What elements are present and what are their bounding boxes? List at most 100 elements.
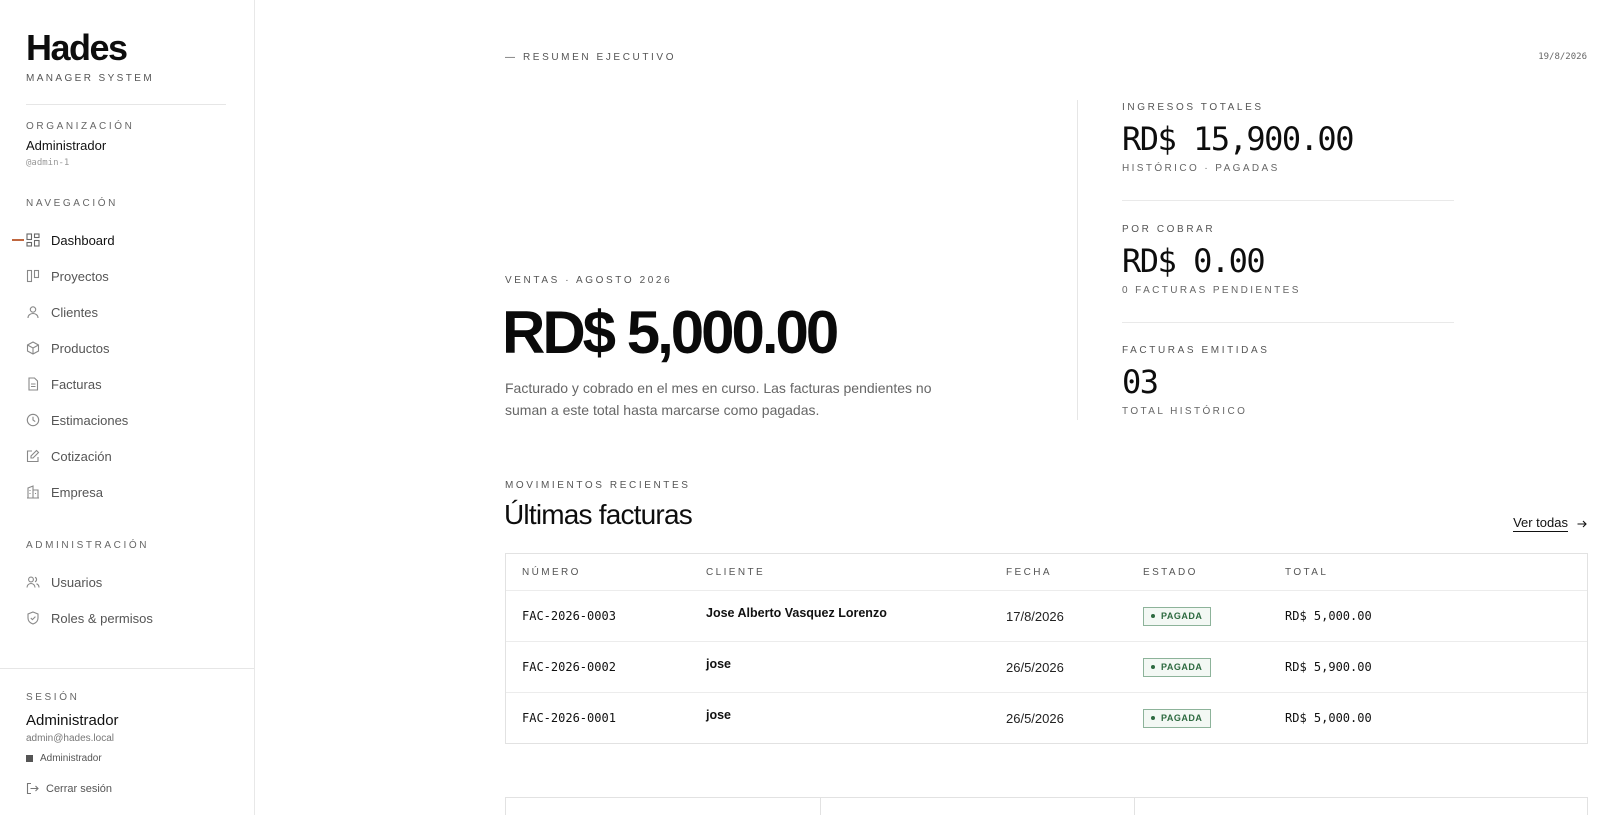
kpi-label: INGRESOS TOTALES	[1122, 102, 1264, 113]
sidebar-item-cotizacion[interactable]: Cotización	[26, 446, 112, 466]
sidebar-item-label: Cotización	[51, 448, 112, 464]
sidebar-item-proyectos[interactable]: Proyectos	[26, 266, 109, 286]
session: SESIÓN Administrador admin@hades.local A…	[26, 692, 119, 764]
divider	[820, 798, 821, 815]
status-badge: PAGADA	[1143, 606, 1212, 626]
recent-label: MOVIMIENTOS RECIENTES	[505, 480, 691, 491]
clock-icon	[26, 413, 40, 427]
active-indicator	[12, 239, 24, 241]
building-icon	[26, 485, 40, 499]
sidebar-item-roles[interactable]: Roles & permisos	[26, 608, 153, 628]
invoice-date: 26/5/2026	[1006, 659, 1064, 675]
status-label: PAGADA	[1161, 662, 1203, 672]
sidebar: Hades MANAGER SYSTEM ORGANIZACIÓN Admini…	[0, 0, 255, 815]
table-row[interactable]: FAC-2026-0003 Jose Alberto Vasquez Loren…	[506, 590, 1587, 641]
invoice-total: RD$ 5,900.00	[1285, 660, 1372, 674]
kpi-value: 03	[1122, 363, 1159, 401]
session-label: SESIÓN	[26, 692, 80, 703]
bottom-cards	[505, 797, 1588, 815]
sidebar-item-facturas[interactable]: Facturas	[26, 374, 102, 394]
session-user-role: Administrador	[26, 753, 119, 764]
main-content: — RESUMEN EJECUTIVO 19/8/2026 VENTAS · A…	[255, 0, 1600, 815]
logout-label: Cerrar sesión	[46, 782, 113, 795]
organization: ORGANIZACIÓN Administrador @admin-1	[26, 121, 134, 168]
see-all-link[interactable]: Ver todas	[1385, 515, 1588, 532]
column-header-number[interactable]: NÚMERO	[522, 554, 581, 590]
table-row[interactable]: FAC-2026-0001 jose 26/5/2026 PAGADA RD$ …	[506, 692, 1587, 743]
recent-invoices-title: Últimas facturas	[504, 499, 693, 530]
status-label: PAGADA	[1161, 611, 1203, 621]
sidebar-item-label: Usuarios	[51, 574, 103, 590]
logout-icon	[26, 782, 39, 795]
sidebar-item-label: Empresa	[51, 484, 104, 500]
see-all-label: Ver todas	[1513, 515, 1568, 532]
sidebar-item-label: Clientes	[51, 304, 98, 320]
sales-description: Facturado y cobrado en el mes en curso. …	[505, 380, 932, 418]
divider	[26, 104, 226, 105]
kpi-total-income: INGRESOS TOTALES RD$ 15,900.00 HISTÓRICO…	[1122, 102, 1454, 174]
sidebar-item-productos[interactable]: Productos	[26, 338, 110, 358]
divider	[1122, 322, 1454, 323]
current-date: 19/8/2026	[1538, 52, 1587, 62]
kpi-invoices-issued: FACTURAS EMITIDAS 03 TOTAL HISTÓRICO	[1122, 345, 1454, 417]
document-icon	[26, 377, 40, 391]
navigation-label: NAVEGACIÓN	[26, 198, 118, 209]
invoice-client: jose	[706, 657, 732, 671]
sidebar-item-usuarios[interactable]: Usuarios	[26, 572, 102, 592]
invoice-total: RD$ 5,000.00	[1285, 711, 1372, 725]
section-eyebrow: — RESUMEN EJECUTIVO	[505, 52, 677, 63]
dashboard-icon	[26, 233, 40, 247]
invoice-total: RD$ 5,000.00	[1285, 609, 1372, 623]
sidebar-item-dashboard[interactable]: Dashboard	[26, 230, 115, 250]
invoices-table: NÚMERO CLIENTE FECHA ESTADO TOTAL FAC-20…	[505, 553, 1588, 744]
session-user-name: Administrador	[26, 712, 119, 729]
column-header-total[interactable]: TOTAL	[1285, 554, 1328, 590]
brand-subtitle: MANAGER SYSTEM	[26, 73, 155, 84]
sidebar-item-label: Productos	[51, 340, 110, 356]
kpi-subtext: HISTÓRICO · PAGADAS	[1122, 163, 1280, 174]
organization-label: ORGANIZACIÓN	[26, 121, 135, 132]
sidebar-item-label: Proyectos	[51, 268, 109, 284]
user-icon	[26, 305, 40, 319]
sidebar-item-label: Facturas	[51, 376, 102, 392]
kpi-value: RD$ 0.00	[1122, 242, 1266, 280]
status-dot-icon	[1151, 716, 1155, 720]
sidebar-item-label: Dashboard	[51, 232, 115, 248]
kpi-subtext: TOTAL HISTÓRICO	[1122, 406, 1248, 417]
kpi-label: POR COBRAR	[1122, 224, 1216, 235]
divider	[1077, 100, 1078, 420]
shield-icon	[26, 611, 40, 625]
sales-label: VENTAS · AGOSTO 2026	[505, 275, 673, 286]
brand-name: Hades	[26, 27, 128, 68]
invoice-number[interactable]: FAC-2026-0003	[522, 609, 616, 623]
administration-label: ADMINISTRACIÓN	[26, 540, 150, 551]
column-header-client[interactable]: CLIENTE	[706, 554, 765, 590]
kpi-label: FACTURAS EMITIDAS	[1122, 345, 1270, 356]
divider	[1134, 798, 1135, 815]
sidebar-item-label: Roles & permisos	[51, 610, 153, 626]
status-dot-icon	[1151, 614, 1155, 618]
column-header-date[interactable]: FECHA	[1006, 554, 1052, 590]
users-icon	[26, 575, 40, 589]
column-header-status[interactable]: ESTADO	[1143, 554, 1198, 590]
table-row[interactable]: FAC-2026-0002 jose 26/5/2026 PAGADA RD$ …	[506, 641, 1587, 692]
kpi-receivable: POR COBRAR RD$ 0.00 0 FACTURAS PENDIENTE…	[1122, 224, 1454, 296]
sidebar-item-clientes[interactable]: Clientes	[26, 302, 98, 322]
kanban-icon	[26, 269, 40, 283]
edit-icon	[26, 449, 40, 463]
status-dot-icon	[1151, 665, 1155, 669]
brand: Hades MANAGER SYSTEM	[26, 27, 155, 85]
invoice-date: 17/8/2026	[1006, 608, 1064, 624]
status-label: PAGADA	[1161, 713, 1203, 723]
sidebar-item-estimaciones[interactable]: Estimaciones	[26, 410, 128, 430]
invoice-client: jose	[706, 708, 732, 722]
kpi-subtext: 0 FACTURAS PENDIENTES	[1122, 285, 1301, 296]
sidebar-item-empresa[interactable]: Empresa	[26, 482, 103, 502]
status-badge: PAGADA	[1143, 708, 1212, 728]
role-square-icon	[26, 755, 33, 762]
table-header: NÚMERO CLIENTE FECHA ESTADO TOTAL	[506, 554, 1587, 590]
invoice-number[interactable]: FAC-2026-0002	[522, 660, 616, 674]
logout-button[interactable]: Cerrar sesión	[26, 782, 112, 795]
organization-handle: @admin-1	[26, 158, 70, 168]
invoice-number[interactable]: FAC-2026-0001	[522, 711, 616, 725]
